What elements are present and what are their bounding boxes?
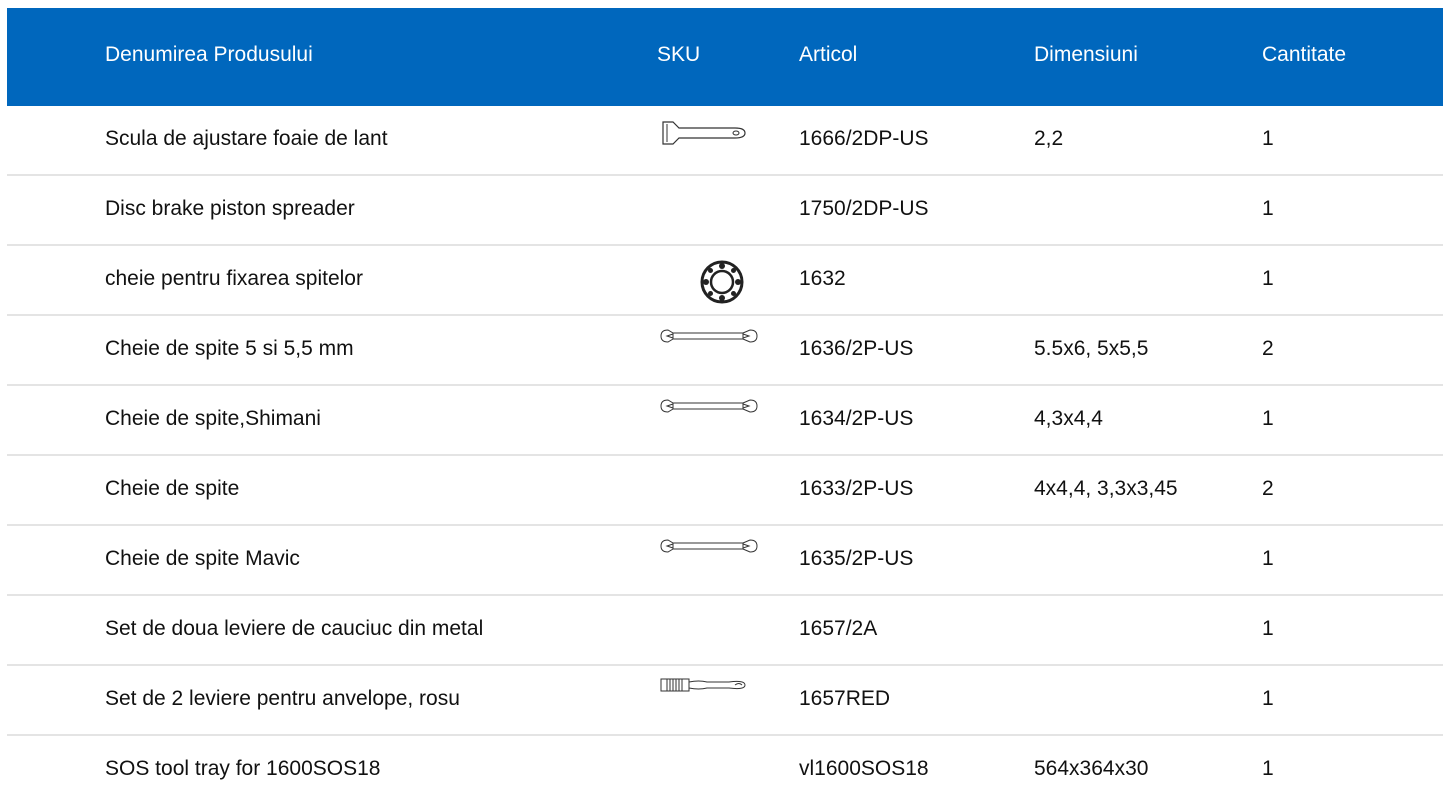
table-row: Cheie de spite Mavic 1635/2P-US 1 [7, 526, 1443, 596]
tire-lever-icon [647, 666, 757, 734]
article-code: 1635/2P-US [799, 547, 914, 570]
article-code: 1657RED [799, 687, 891, 710]
dimensions: 4x4,4, 3,3x3,45 [1034, 477, 1178, 500]
product-name: cheie pentru fixarea spitelor [105, 267, 363, 290]
dimensions: 4,3x4,4 [1034, 407, 1103, 430]
article-code: 1750/2DP-US [799, 197, 929, 220]
table-row: Cheie de spite,Shimani 1634/2P-US 4,3x4,… [7, 386, 1443, 456]
spoke-wrench-icon [647, 386, 758, 454]
dimensions: 5.5x6, 5x5,5 [1034, 337, 1149, 360]
chain-tool-icon [647, 106, 757, 174]
article-code: 1632 [799, 267, 846, 290]
quantity: 2 [1262, 477, 1274, 500]
header-article[interactable]: Articol [799, 8, 857, 106]
product-name: Cheie de spite Mavic [105, 547, 300, 570]
spoke-wrench-icon [647, 316, 758, 384]
quantity: 1 [1262, 617, 1274, 640]
product-table: Denumirea Produsului SKU Articol Dimensi… [7, 8, 1443, 804]
product-name: Disc brake piston spreader [105, 197, 355, 220]
spoke-wrench-icon [647, 526, 758, 594]
dimensions: 2,2 [1034, 127, 1064, 150]
quantity: 1 [1262, 757, 1274, 780]
header-dimensions[interactable]: Dimensiuni [1034, 8, 1138, 106]
header-product-name[interactable]: Denumirea Produsului [105, 8, 313, 106]
article-code: 1634/2P-US [799, 407, 914, 430]
table-row: cheie pentru fixarea spitelor 1632 1 [7, 246, 1443, 316]
quantity: 1 [1262, 267, 1274, 290]
quantity: 1 [1262, 687, 1274, 710]
product-name: Cheie de spite [105, 477, 240, 500]
product-name: Set de doua leviere de cauciuc din metal [105, 617, 484, 640]
product-name: Cheie de spite 5 si 5,5 mm [105, 337, 354, 360]
table-row: Scula de ajustare foaie de lant 1666/2DP… [7, 106, 1443, 176]
article-code: 1666/2DP-US [799, 127, 929, 150]
article-code: 1636/2P-US [799, 337, 914, 360]
table-header: Denumirea Produsului SKU Articol Dimensi… [7, 8, 1443, 106]
quantity: 1 [1262, 407, 1274, 430]
product-name: Cheie de spite,Shimani [105, 407, 321, 430]
quantity: 1 [1262, 127, 1274, 150]
header-quantity[interactable]: Cantitate [1262, 8, 1346, 106]
product-name: Scula de ajustare foaie de lant [105, 127, 388, 150]
quantity: 1 [1262, 547, 1274, 570]
product-name: Set de 2 leviere pentru anvelope, rosu [105, 687, 460, 710]
quantity: 2 [1262, 337, 1274, 360]
article-code: 1633/2P-US [799, 477, 914, 500]
article-code: vl1600SOS18 [799, 757, 929, 780]
quantity: 1 [1262, 197, 1274, 220]
table-row: Cheie de spite 1633/2P-US 4x4,4, 3,3x3,4… [7, 456, 1443, 526]
header-sku[interactable]: SKU [657, 8, 700, 106]
table-row: SOS tool tray for 1600SOS18 vl1600SOS18 … [7, 736, 1443, 804]
table-row: Set de 2 leviere pentru anvelope, rosu 1… [7, 666, 1443, 736]
spoke-wrench-round-icon [647, 246, 757, 314]
table-row: Set de doua leviere de cauciuc din metal… [7, 596, 1443, 666]
product-name: SOS tool tray for 1600SOS18 [105, 757, 381, 780]
table-row: Cheie de spite 5 si 5,5 mm 1636/2P-US 5.… [7, 316, 1443, 386]
dimensions: 564x364x30 [1034, 757, 1149, 780]
article-code: 1657/2A [799, 617, 878, 640]
table-row: Disc brake piston spreader 1750/2DP-US 1 [7, 176, 1443, 246]
